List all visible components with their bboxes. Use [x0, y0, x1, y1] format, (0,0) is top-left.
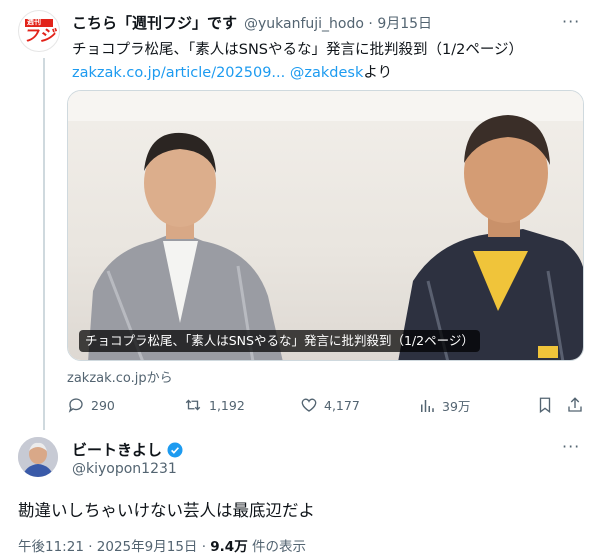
- avatar-kiyopon[interactable]: [18, 437, 58, 477]
- tweet-meta: 午後11:21 · 2025年9月15日 · 9.4万 件の表示: [18, 535, 306, 555]
- author-handle-date[interactable]: @yukanfuji_hodo · 9月15日: [244, 13, 432, 33]
- avatar-yukanfuji[interactable]: 週刊 フジ: [18, 10, 60, 52]
- bookmark-button[interactable]: [536, 396, 554, 414]
- card-source[interactable]: zakzak.co.jpから: [67, 367, 173, 386]
- more-options-icon[interactable]: ···: [562, 437, 580, 456]
- mention-link[interactable]: @zakdesk: [290, 65, 363, 81]
- heart-icon: [301, 398, 317, 412]
- thread-line: [43, 58, 45, 430]
- reply-count: 290: [91, 397, 115, 413]
- reply-icon: [68, 398, 83, 413]
- card-image: [68, 91, 583, 360]
- author-handle[interactable]: @kiyopon1231: [72, 461, 177, 477]
- more-options-icon[interactable]: ···: [562, 12, 580, 31]
- link-card[interactable]: [67, 90, 584, 361]
- tweet-text: チョコプラ松尾、「素人はSNSやるな」発言に批判殺到（1/2ページ）: [72, 42, 524, 58]
- author-handle[interactable]: @yukanfuji_hodo: [244, 16, 364, 32]
- tweet-links: zakzak.co.jp/article/202509... @zakdeskよ…: [72, 61, 392, 82]
- logo-main: フジ: [23, 26, 56, 45]
- views-icon: [421, 399, 434, 412]
- tweet-date[interactable]: 9月15日: [377, 16, 432, 32]
- views-count: 39万: [442, 399, 471, 414]
- link-suffix: より: [363, 65, 393, 81]
- retweet-count: 1,192: [209, 397, 245, 413]
- reply-button[interactable]: 290: [67, 396, 115, 414]
- card-caption: チョコプラ松尾、「素人はSNSやるな」発言に批判殺到（1/2ページ）: [79, 330, 480, 352]
- author-name[interactable]: こちら「週刊フジ」です: [72, 12, 237, 33]
- author-name[interactable]: ビートきよし: [72, 439, 162, 460]
- like-button[interactable]: 4,177: [300, 396, 360, 414]
- avatar-photo: [18, 437, 58, 477]
- like-count: 4,177: [324, 397, 360, 413]
- retweet-button[interactable]: 1,192: [183, 396, 245, 414]
- share-icon: [568, 397, 582, 412]
- bookmark-icon: [539, 397, 551, 414]
- views-button[interactable]: 39万: [418, 396, 470, 415]
- views-count: 9.4万: [210, 539, 248, 555]
- tweet-text: 勘違いしちゃいけない芸人は最底辺だよ: [18, 501, 315, 520]
- verified-badge-icon: [167, 442, 183, 457]
- author-name-row[interactable]: ビートきよし: [72, 439, 184, 460]
- share-button[interactable]: [566, 396, 584, 414]
- retweet-icon: [185, 399, 201, 411]
- views-label: 件の表示: [247, 539, 306, 555]
- separator: ·: [368, 16, 373, 32]
- tweet-timestamp[interactable]: 午後11:21 · 2025年9月15日 ·: [18, 539, 210, 555]
- article-link[interactable]: zakzak.co.jp/article/202509...: [72, 65, 285, 81]
